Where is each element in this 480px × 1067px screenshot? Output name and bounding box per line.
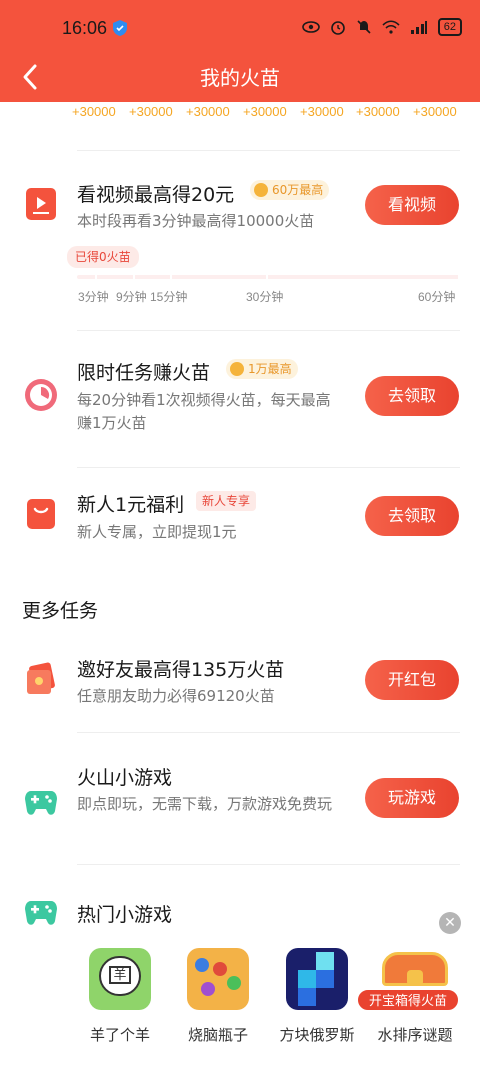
volcano-games-desc: 即点即玩，无需下载，万款游戏免费玩 bbox=[77, 795, 333, 813]
volcano-games-title: 火山小游戏 bbox=[77, 767, 173, 789]
reward-amount: +30000 bbox=[186, 104, 230, 119]
video-task-badge: 60万最高 bbox=[250, 180, 330, 200]
eye-icon bbox=[301, 21, 320, 33]
progress-tick bbox=[133, 274, 135, 280]
open-envelope-button[interactable]: 开红包 bbox=[365, 660, 459, 700]
battery-level: 62 bbox=[437, 18, 462, 36]
badge-label: 60万最高 bbox=[272, 183, 324, 197]
sheep-game-icon: 羊 bbox=[89, 948, 151, 1010]
reward-amount: +30000 bbox=[413, 104, 457, 119]
earned-badge: 已得0火苗 bbox=[67, 246, 139, 268]
progress-tick bbox=[95, 274, 97, 280]
status-icons: 62 bbox=[301, 18, 462, 36]
game-name: 方块俄罗斯 bbox=[279, 1026, 355, 1044]
newbie-claim-button[interactable]: 去领取 bbox=[365, 496, 459, 536]
progress-tick bbox=[266, 274, 268, 280]
divider bbox=[77, 150, 460, 151]
nav-bar: 我的火苗 bbox=[0, 58, 480, 102]
gamepad-icon bbox=[25, 791, 57, 815]
time-label: 3分钟 bbox=[78, 290, 109, 304]
shield-icon bbox=[113, 20, 127, 36]
reward-row: +30000 +30000 +30000 +30000 +30000 +3000… bbox=[0, 104, 480, 126]
time-label: 15分钟 bbox=[150, 290, 188, 304]
game-item[interactable]: 烧脑瓶子 bbox=[172, 948, 264, 1045]
time-label: 9分钟 bbox=[116, 290, 147, 304]
reward-amount: +30000 bbox=[356, 104, 400, 119]
reward-amount: +30000 bbox=[72, 104, 116, 119]
watch-video-button[interactable]: 看视频 bbox=[365, 185, 459, 225]
video-task-title: 看视频最高得20元 bbox=[77, 184, 235, 206]
status-time: 16:06 bbox=[62, 18, 108, 38]
time-label: 60分钟 bbox=[418, 290, 456, 304]
newbie-task-title: 新人1元福利 bbox=[77, 494, 185, 516]
coin-icon bbox=[254, 183, 268, 197]
progress-tick bbox=[170, 274, 172, 280]
divider bbox=[77, 732, 460, 733]
game-name: 水排序谜题 bbox=[377, 1026, 453, 1044]
video-task-desc: 本时段再看3分钟最高得10000火苗 bbox=[77, 212, 315, 230]
bottle-game-icon bbox=[187, 948, 249, 1010]
gamepad-icon bbox=[25, 901, 57, 925]
time-label: 30分钟 bbox=[246, 290, 284, 304]
red-envelope-icon bbox=[27, 662, 55, 694]
close-icon[interactable]: ✕ bbox=[439, 912, 461, 934]
coin-icon bbox=[230, 362, 244, 376]
hot-games-title: 热门小游戏 bbox=[77, 904, 173, 926]
reward-amount: +30000 bbox=[300, 104, 344, 119]
game-item[interactable]: 羊 羊了个羊 bbox=[74, 948, 166, 1045]
video-icon bbox=[26, 188, 56, 220]
page-title: 我的火苗 bbox=[200, 66, 280, 90]
wifi-icon bbox=[382, 20, 400, 34]
newbie-task-desc: 新人专属，立即提现1元 bbox=[77, 523, 237, 541]
reward-amount: +30000 bbox=[129, 104, 173, 119]
status-bar: 16:06 62 bbox=[0, 0, 480, 58]
mute-icon bbox=[357, 20, 371, 34]
game-item[interactable]: 方块俄罗斯 bbox=[271, 948, 363, 1045]
invite-task-desc: 任意朋友助力必得69120火苗 bbox=[77, 687, 275, 705]
video-progress-bar bbox=[77, 274, 460, 280]
reward-amount: +30000 bbox=[243, 104, 287, 119]
divider bbox=[77, 467, 460, 468]
game-name: 羊了个羊 bbox=[89, 1026, 150, 1044]
invite-task-title: 邀好友最高得135万火苗 bbox=[77, 659, 285, 681]
gift-box-icon bbox=[27, 499, 55, 529]
badge-label: 1万最高 bbox=[248, 362, 292, 376]
divider bbox=[77, 864, 460, 865]
section-title: 更多任务 bbox=[22, 600, 99, 622]
limited-task-desc: 每20分钟看1次视频得火苗，每天最高赚1万火苗 bbox=[77, 391, 331, 432]
block-game-icon bbox=[286, 948, 348, 1010]
progress-tick bbox=[458, 274, 460, 280]
divider bbox=[77, 330, 460, 331]
game-name: 烧脑瓶子 bbox=[187, 1026, 248, 1044]
newbie-tag: 新人专享 bbox=[196, 491, 257, 511]
limited-task-badge: 1万最高 bbox=[226, 359, 298, 379]
limited-claim-button[interactable]: 去领取 bbox=[365, 376, 459, 416]
clock-icon bbox=[25, 379, 57, 411]
signal-icon bbox=[410, 21, 427, 34]
play-games-button[interactable]: 玩游戏 bbox=[365, 778, 459, 818]
alarm-icon bbox=[330, 21, 345, 35]
limited-task-title: 限时任务赚火苗 bbox=[77, 362, 211, 384]
chest-button[interactable]: 开宝箱得火苗 bbox=[356, 988, 460, 1012]
